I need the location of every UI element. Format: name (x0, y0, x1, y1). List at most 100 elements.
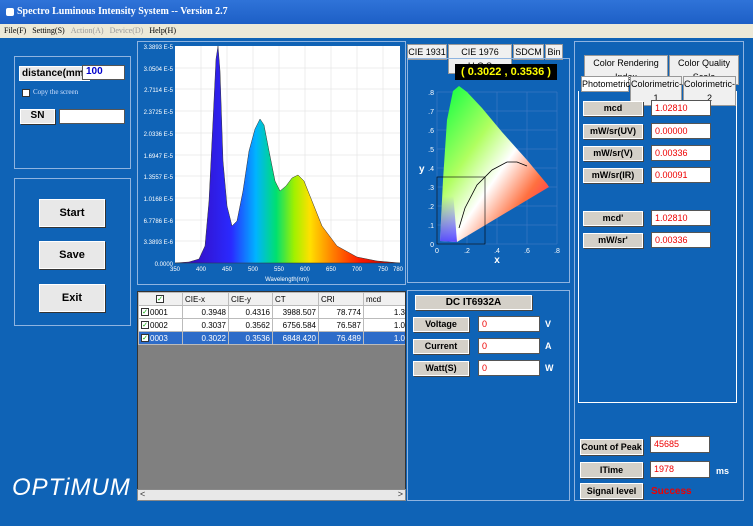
mcd-prime-label: mcd' (583, 211, 643, 226)
window-title: Spectro Luminous Intensity System -- Ver… (17, 6, 228, 17)
cie-y-tick: .8 (428, 90, 434, 97)
mw-sr-ir-value: 0.00091 (651, 167, 711, 183)
y-tick: 3.0504 E-5 (144, 67, 174, 73)
menu-file[interactable]: File(F) (4, 26, 26, 35)
itime-value: 1978 (650, 461, 710, 478)
scroll-right-icon[interactable]: > (398, 489, 403, 499)
signal-level-label: Signal level (580, 483, 643, 499)
sn-input[interactable] (59, 109, 125, 124)
x-tick: 500 (248, 267, 259, 273)
cri-cell: 76.489 (318, 331, 364, 345)
main-window: Spectro Luminous Intensity System -- Ver… (0, 0, 753, 526)
copy-screen-checkbox[interactable] (22, 89, 30, 97)
x-tick: 650 (326, 267, 337, 273)
itime-unit: ms (716, 466, 730, 476)
cie-x-cell: 0.3037 (182, 318, 229, 332)
spectrum-chart: 3.3893 E-5 3.0504 E-5 2.7114 E-5 2.3725 … (144, 45, 404, 283)
cie-y-cell: 0.4316 (228, 305, 273, 319)
watt-unit: W (545, 363, 554, 373)
app-icon (6, 7, 14, 16)
cie-y-cell: 0.3562 (228, 318, 273, 332)
x-axis-label: Wavelength(nm) (265, 277, 309, 283)
count-of-peak-value: 45685 (650, 436, 710, 453)
voltage-unit: V (545, 319, 552, 329)
x-tick: 350 (170, 267, 181, 273)
cie-y-label: y (419, 164, 425, 175)
voltage-value: 0 (478, 316, 540, 332)
cie-y-tick: .6 (428, 128, 434, 135)
signal-level-status: Success (651, 486, 692, 497)
scroll-left-icon[interactable]: < (140, 489, 145, 499)
mw-sr-ir-label: mW/sr(IR) (583, 168, 643, 183)
y-tick: 1.0168 E-5 (144, 197, 174, 203)
column-header[interactable]: CT (272, 292, 319, 306)
y-tick: 2.7114 E-5 (144, 88, 174, 94)
mcd-prime-value: 1.02810 (651, 210, 711, 226)
cie-gamut (440, 86, 549, 242)
row-checkbox[interactable]: ✓ (141, 334, 149, 343)
cie-x-tick: .8 (554, 248, 560, 255)
column-header[interactable]: mcd (363, 292, 405, 306)
column-header[interactable]: CIE-x (182, 292, 229, 306)
cie-y-tick: .5 (428, 147, 434, 154)
cie-y-tick: .4 (428, 166, 434, 173)
mcd-cell: 1.3 (363, 305, 405, 319)
column-header[interactable]: CRI (318, 292, 364, 306)
row-id-cell[interactable]: ✓ 0002 (138, 318, 183, 332)
cie-x-tick: .6 (524, 248, 530, 255)
row-id-cell[interactable]: ✓ 0001 (138, 305, 183, 319)
table-row[interactable]: ✓ 0002 0.3037 0.3562 6756.584 76.587 1.0 (138, 318, 405, 332)
tab-photometric[interactable]: Photometric (581, 76, 630, 92)
mw-sr-v-value: 0.00336 (651, 145, 711, 161)
check-icon: ✓ (156, 295, 164, 304)
row-id-cell[interactable]: ✓ 0003 (138, 331, 183, 345)
menu-help[interactable]: Help(H) (149, 26, 176, 35)
dc-device-title: DC IT6932A (415, 295, 532, 310)
ct-cell: 6756.584 (272, 318, 319, 332)
table-row[interactable]: ✓ 0001 0.3948 0.4316 3988.507 78.774 1.3 (138, 305, 405, 319)
x-tick: 700 (352, 267, 363, 273)
select-all-checkbox[interactable]: ✓ (138, 292, 183, 306)
copy-screen-label: Copy the screen (33, 88, 79, 96)
y-tick: 1.3557 E-5 (144, 175, 174, 181)
cie-x-tick: .4 (494, 248, 500, 255)
mw-sr-prime-value: 0.00336 (651, 232, 711, 248)
y-tick: 1.6947 E-5 (144, 154, 174, 160)
x-tick: 780 (393, 267, 404, 273)
x-tick: 400 (196, 267, 207, 273)
watt-label: Watt(S) (413, 361, 469, 376)
watt-value: 0 (478, 360, 540, 376)
cie-y-tick: .7 (428, 109, 434, 116)
start-button[interactable]: Start (39, 199, 105, 227)
table-row-selected[interactable]: ✓ 0003 0.3022 0.3536 6848.420 76.489 1.0 (138, 331, 405, 345)
mw-sr-prime-label: mW/sr' (583, 233, 643, 248)
x-tick: 600 (300, 267, 311, 273)
exit-button[interactable]: Exit (39, 284, 105, 312)
itime-label: ITime (580, 462, 643, 478)
cri-cell: 76.587 (318, 318, 364, 332)
table-horizontal-scrollbar[interactable]: < > (137, 489, 406, 501)
menu-action[interactable]: Action(A) (71, 26, 104, 35)
menu-device[interactable]: Device(D) (110, 26, 144, 35)
cie-x-cell: 0.3022 (182, 331, 229, 345)
row-checkbox[interactable]: ✓ (141, 321, 149, 330)
distance-input[interactable]: 100 (82, 65, 125, 80)
row-checkbox[interactable]: ✓ (141, 308, 149, 317)
title-bar: Spectro Luminous Intensity System -- Ver… (0, 0, 753, 24)
menu-setting[interactable]: Setting(S) (32, 26, 64, 35)
optimum-logo: OPTiMUM (12, 474, 131, 501)
cie-x-tick: .2 (464, 248, 470, 255)
column-header[interactable]: CIE-y (228, 292, 273, 306)
cie-x-tick: 0 (435, 248, 439, 255)
mw-sr-uv-label: mW/sr(UV) (583, 124, 643, 139)
x-tick: 750 (378, 267, 389, 273)
distance-label: distance(mm) (19, 66, 91, 81)
ct-cell: 3988.507 (272, 305, 319, 319)
voltage-label: Voltage (413, 317, 469, 332)
x-tick: 550 (274, 267, 285, 273)
sn-label: SN (20, 109, 55, 124)
mcd-value: 1.02810 (651, 100, 711, 116)
cie-y-tick: .2 (428, 204, 434, 211)
mcd-cell: 1.0 (363, 318, 405, 332)
save-button[interactable]: Save (39, 241, 105, 269)
